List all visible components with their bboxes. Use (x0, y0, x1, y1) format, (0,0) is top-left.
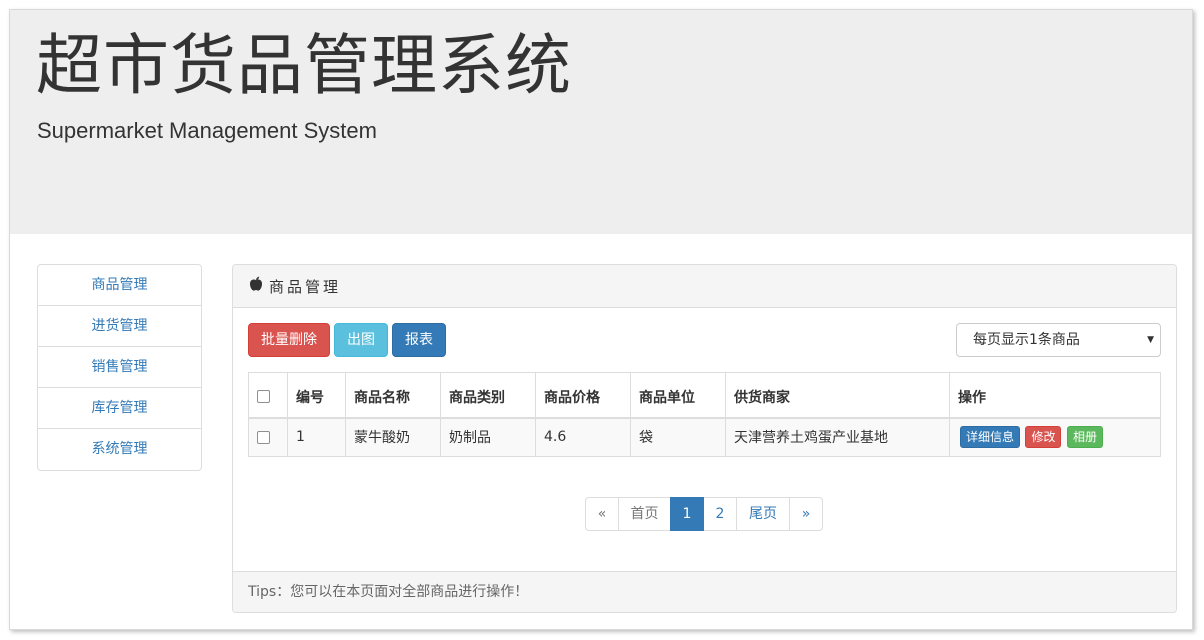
cell-actions: 详细信息 修改 相册 (949, 417, 1161, 457)
panel-footer-tip: Tips：您可以在本页面对全部商品进行操作！ (233, 571, 1176, 612)
page-subtitle: Supermarket Management System (37, 118, 377, 143)
page-size-selected: 每页显示1条商品 (973, 332, 1080, 348)
edit-button[interactable]: 修改 (1025, 426, 1062, 449)
table-header-row: 编号 商品名称 商品类别 商品价格 商品单位 供货商家 操作 (248, 372, 1161, 419)
cell-unit: 袋 (630, 417, 726, 457)
panel-title: 商品管理 (269, 278, 342, 296)
goods-table: 编号 商品名称 商品类别 商品价格 商品单位 供货商家 操作 1 蒙牛酸奶 奶制… (248, 372, 1161, 457)
column-header-name: 商品名称 (345, 372, 441, 419)
batch-delete-button[interactable]: 批量删除 (248, 323, 330, 357)
page-title: 超市货品管理系统 (36, 27, 572, 104)
sidebar-item-sales[interactable]: 销售管理 (38, 347, 201, 388)
column-header-id: 编号 (287, 372, 346, 419)
sidebar-item-purchase[interactable]: 进货管理 (38, 306, 201, 347)
dropdown-arrow-icon: ▼ (1147, 335, 1154, 345)
cell-category: 奶制品 (440, 417, 536, 457)
pagination: « 首页 1 2 尾页 » (585, 497, 823, 531)
cell-price: 4.6 (535, 417, 631, 457)
report-button[interactable]: 报表 (392, 323, 446, 357)
pagination-page-1[interactable]: 1 (670, 497, 704, 531)
pagination-last[interactable]: 尾页 (736, 497, 790, 531)
row-select-cell (248, 417, 288, 457)
page-header: 超市货品管理系统 Supermarket Management System (10, 10, 1192, 234)
sidebar-item-inventory[interactable]: 库存管理 (38, 388, 201, 429)
detail-button[interactable]: 详细信息 (960, 426, 1021, 449)
panel-heading: 商品管理 (233, 265, 1176, 308)
album-button[interactable]: 相册 (1066, 426, 1103, 449)
apple-icon (249, 276, 263, 291)
pagination-next[interactable]: » (789, 497, 823, 531)
column-header-unit: 商品单位 (630, 372, 726, 419)
column-header-category: 商品类别 (440, 372, 536, 419)
chart-button[interactable]: 出图 (334, 323, 388, 357)
sidebar-item-system[interactable]: 系统管理 (38, 429, 201, 470)
column-header-actions: 操作 (949, 372, 1161, 419)
pagination-page-2[interactable]: 2 (703, 497, 737, 531)
column-header-supplier: 供货商家 (725, 372, 950, 419)
page-size-select[interactable]: 每页显示1条商品 ▼ (956, 323, 1161, 357)
browser-page: 超市货品管理系统 Supermarket Management System 商… (9, 9, 1193, 630)
sidebar-item-goods[interactable]: 商品管理 (38, 265, 201, 306)
row-checkbox[interactable] (257, 430, 270, 444)
table-row: 1 蒙牛酸奶 奶制品 4.6 袋 天津营养土鸡蛋产业基地 详细信息 修改 相册 (248, 417, 1161, 457)
column-header-price: 商品价格 (535, 372, 631, 419)
select-all-checkbox[interactable] (257, 390, 270, 404)
pagination-prev[interactable]: « (585, 497, 619, 531)
goods-panel: 商品管理 批量删除 出图 报表 每页显示1条商品 ▼ 编号 商品名称 商品类别 … (232, 264, 1177, 613)
pagination-first[interactable]: 首页 (618, 497, 671, 531)
cell-name: 蒙牛酸奶 (345, 417, 441, 457)
select-all-cell (248, 372, 288, 419)
sidebar-nav: 商品管理 进货管理 销售管理 库存管理 系统管理 (37, 264, 202, 471)
cell-id: 1 (287, 417, 346, 457)
cell-supplier: 天津营养土鸡蛋产业基地 (725, 417, 950, 457)
